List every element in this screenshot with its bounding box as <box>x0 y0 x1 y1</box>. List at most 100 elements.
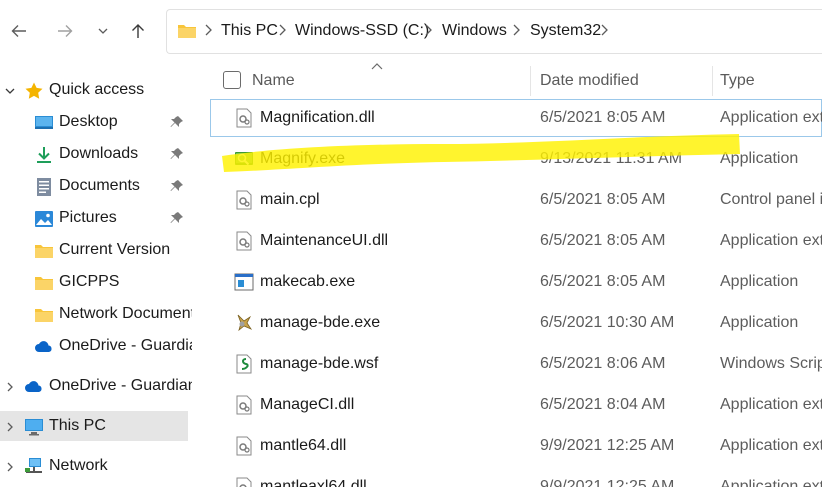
star-icon <box>25 82 43 99</box>
file-list: Name Date modified Type Magnification.dl… <box>210 62 822 487</box>
download-icon <box>37 147 51 163</box>
chevron-right-icon <box>601 24 608 36</box>
bde-icon <box>237 314 253 332</box>
file-row[interactable]: Magnification.dll 6/5/2021 8:05 AM Appli… <box>210 99 822 137</box>
file-row[interactable]: manage-bde.wsf 6/5/2021 8:06 AM Windows … <box>210 345 822 383</box>
computer-icon <box>25 419 43 436</box>
documents-icon <box>37 178 51 196</box>
file-row[interactable]: MaintenanceUI.dll 6/5/2021 8:05 AM Appli… <box>210 222 822 260</box>
chevron-right-icon <box>425 24 432 36</box>
navigation-pane: Quick access Desktop Downloads Documents… <box>0 62 192 487</box>
sidebar-item-network[interactable]: Network <box>0 451 188 481</box>
sidebar-item-quick-access[interactable]: Quick access <box>0 75 188 105</box>
file-row[interactable]: Magnify.exe 9/13/2021 11:31 AM Applicati… <box>210 140 822 178</box>
sidebar-item-label: Network <box>49 457 108 474</box>
file-row[interactable]: ManageCI.dll 6/5/2021 8:04 AM Applicatio… <box>210 386 822 424</box>
breadcrumb-windows[interactable]: Windows <box>442 22 507 40</box>
onedrive-icon <box>25 381 42 392</box>
sidebar-item-gicpps[interactable]: GICPPS <box>0 267 188 297</box>
sidebar-item-this-pc[interactable]: This PC <box>0 411 188 441</box>
column-divider[interactable] <box>530 66 531 96</box>
file-name: main.cpl <box>260 191 320 208</box>
address-bar[interactable]: This PC Windows-SSD (C:) Windows System3… <box>166 9 822 54</box>
column-header-type[interactable]: Type <box>720 72 755 90</box>
exe-icon <box>234 273 254 291</box>
sidebar-item-label: OneDrive - Guardian <box>49 377 192 394</box>
chevron-right-icon[interactable] <box>4 461 16 473</box>
dll-icon <box>236 190 252 210</box>
sidebar-item-desktop[interactable]: Desktop <box>0 107 188 137</box>
file-row[interactable]: mantleaxl64.dll 9/9/2021 12:25 AM Applic… <box>210 468 822 487</box>
file-date: 9/9/2021 12:25 AM <box>540 437 675 454</box>
forward-button[interactable] <box>50 16 80 46</box>
file-name: mantleaxl64.dll <box>260 478 367 487</box>
file-row[interactable]: makecab.exe 6/5/2021 8:05 AM Application <box>210 263 822 301</box>
dll-icon <box>236 231 252 251</box>
dll-icon <box>236 395 252 415</box>
sidebar-item-onedrive-quick[interactable]: OneDrive - Guardia <box>0 331 192 361</box>
column-header-name[interactable]: Name <box>252 72 295 90</box>
file-date: 9/13/2021 11:31 AM <box>540 150 683 167</box>
file-row[interactable]: manage-bde.exe 6/5/2021 10:30 AM Applica… <box>210 304 822 342</box>
sidebar-item-network-document[interactable]: Network Document <box>0 299 192 329</box>
file-name: manage-bde.wsf <box>260 355 379 372</box>
arrow-up-icon <box>132 24 144 38</box>
file-name: manage-bde.exe <box>260 314 381 331</box>
file-row[interactable]: main.cpl 6/5/2021 8:05 AM Control panel … <box>210 181 822 219</box>
file-name: ManageCI.dll <box>260 396 355 413</box>
file-name: Magnify.exe <box>260 150 346 167</box>
folder-icon <box>35 277 53 290</box>
sidebar-item-downloads[interactable]: Downloads <box>0 139 188 169</box>
chevron-right-icon[interactable] <box>4 421 16 433</box>
breadcrumb-system32[interactable]: System32 <box>530 22 601 40</box>
sidebar-item-onedrive[interactable]: OneDrive - Guardian <box>0 371 192 401</box>
select-all-checkbox[interactable] <box>223 71 241 89</box>
chevron-right-icon <box>513 24 520 36</box>
pictures-icon <box>35 211 53 227</box>
recent-locations-button[interactable] <box>88 16 118 46</box>
file-date: 6/5/2021 8:05 AM <box>540 273 666 290</box>
file-date: 6/5/2021 8:05 AM <box>540 191 666 208</box>
sidebar-item-label: This PC <box>49 417 106 434</box>
sidebar-item-current-version[interactable]: Current Version <box>0 235 188 265</box>
network-icon <box>25 458 42 473</box>
folder-icon <box>35 245 53 258</box>
folder-icon <box>178 25 196 38</box>
up-button[interactable] <box>123 16 153 46</box>
back-button[interactable] <box>4 16 34 46</box>
sidebar-item-label: Downloads <box>59 145 139 162</box>
file-name: MaintenanceUI.dll <box>260 232 389 249</box>
column-divider[interactable] <box>712 66 713 96</box>
file-date: 6/5/2021 8:05 AM <box>540 109 666 126</box>
breadcrumb-drive[interactable]: Windows-SSD (C:) <box>295 22 429 40</box>
file-type: Application ext <box>720 437 822 454</box>
chevron-down-icon[interactable] <box>4 85 16 97</box>
sidebar-item-label: OneDrive - Guardia <box>59 337 192 354</box>
navigation-bar: This PC Windows-SSD (C:) Windows System3… <box>0 0 822 62</box>
script-icon <box>236 354 252 374</box>
sidebar-item-documents[interactable]: Documents <box>0 171 188 201</box>
file-type: Application <box>720 314 799 331</box>
dll-icon <box>236 436 252 456</box>
chevron-right-icon <box>279 24 286 36</box>
chevron-down-icon <box>98 28 108 34</box>
file-row[interactable]: mantle64.dll 9/9/2021 12:25 AM Applicati… <box>210 427 822 465</box>
pin-icon[interactable] <box>170 179 184 193</box>
sidebar-item-label: GICPPS <box>59 273 120 290</box>
sidebar-item-pictures[interactable]: Pictures <box>0 203 188 233</box>
pin-icon[interactable] <box>170 211 184 225</box>
chevron-right-icon[interactable] <box>4 381 16 393</box>
pin-icon[interactable] <box>170 115 184 129</box>
file-date: 6/5/2021 8:05 AM <box>540 232 666 249</box>
column-header-date-modified[interactable]: Date modified <box>540 72 639 90</box>
pin-icon[interactable] <box>170 147 184 161</box>
sidebar-item-label: Documents <box>59 177 140 194</box>
sidebar-item-label: Pictures <box>59 209 117 226</box>
file-type: Application ext <box>720 478 822 487</box>
file-date: 9/9/2021 12:25 AM <box>540 478 675 487</box>
breadcrumb-this-pc[interactable]: This PC <box>221 22 278 40</box>
folder-icon <box>35 309 53 322</box>
file-type: Application ext <box>720 396 822 413</box>
file-name: mantle64.dll <box>260 437 347 454</box>
sidebar-item-label: Quick access <box>49 81 145 98</box>
